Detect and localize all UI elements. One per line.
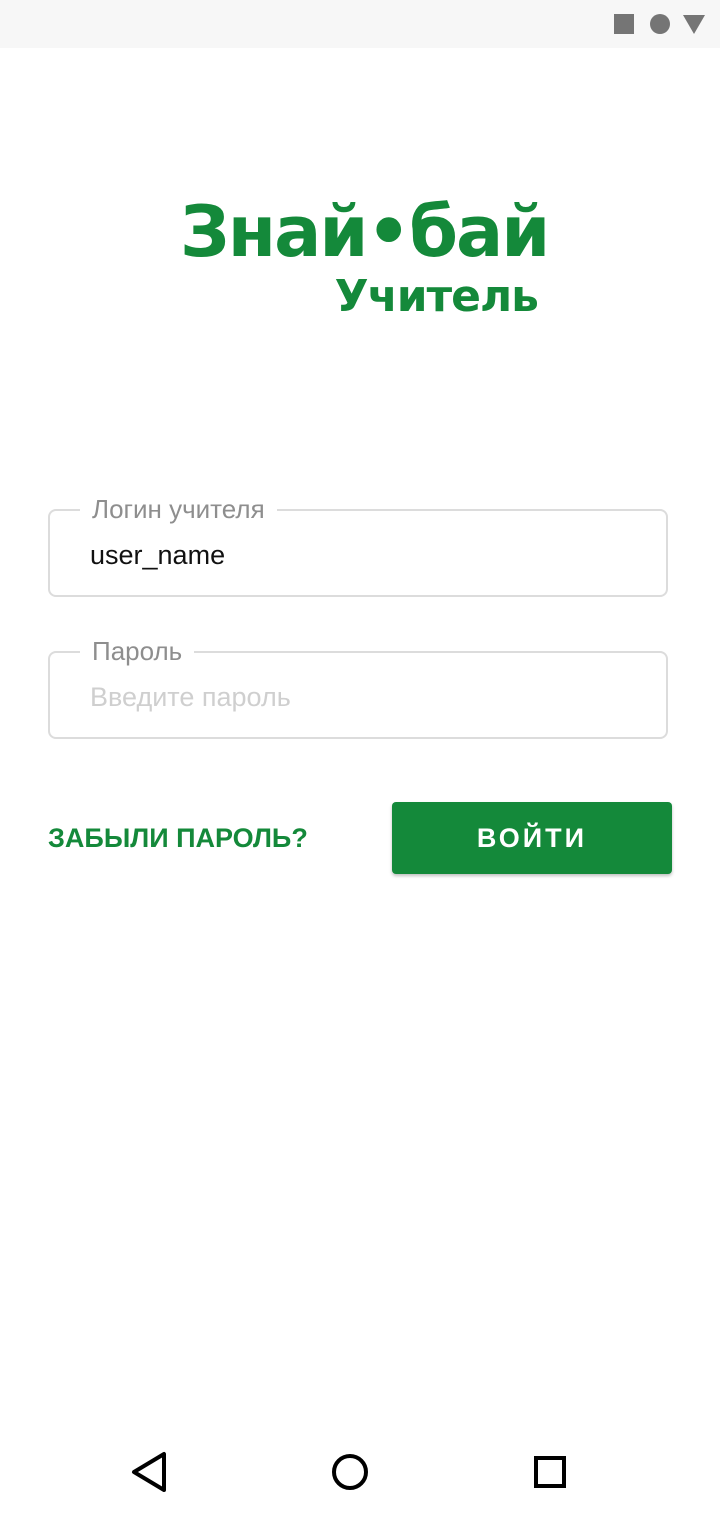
- password-input[interactable]: [90, 677, 650, 717]
- password-field-label: Пароль: [80, 635, 195, 667]
- home-icon: [332, 1454, 368, 1490]
- recents-button[interactable]: [526, 1448, 574, 1496]
- password-field[interactable]: Пароль: [48, 635, 668, 739]
- login-screen: Знай•бай Учитель Логин учителя Пароль ЗА…: [0, 0, 720, 1520]
- back-button[interactable]: [126, 1448, 174, 1496]
- login-input[interactable]: [90, 535, 650, 575]
- login-button[interactable]: ВОЙТИ: [392, 802, 672, 874]
- status-bar: [0, 0, 720, 48]
- home-button[interactable]: [326, 1448, 374, 1496]
- circle-icon: [650, 14, 670, 34]
- navigation-bar: [0, 1424, 720, 1520]
- logo-sub-text: Учитель: [334, 271, 539, 322]
- login-field[interactable]: Логин учителя: [48, 493, 668, 597]
- triangle-icon: [683, 15, 705, 34]
- forgot-password-link[interactable]: ЗАБЫЛИ ПАРОЛЬ?: [48, 820, 308, 856]
- logo-main-text: Знай•бай: [180, 191, 550, 273]
- recents-icon: [534, 1456, 566, 1488]
- login-field-label: Логин учителя: [80, 493, 277, 525]
- square-icon: [614, 14, 634, 34]
- back-icon: [132, 1452, 166, 1492]
